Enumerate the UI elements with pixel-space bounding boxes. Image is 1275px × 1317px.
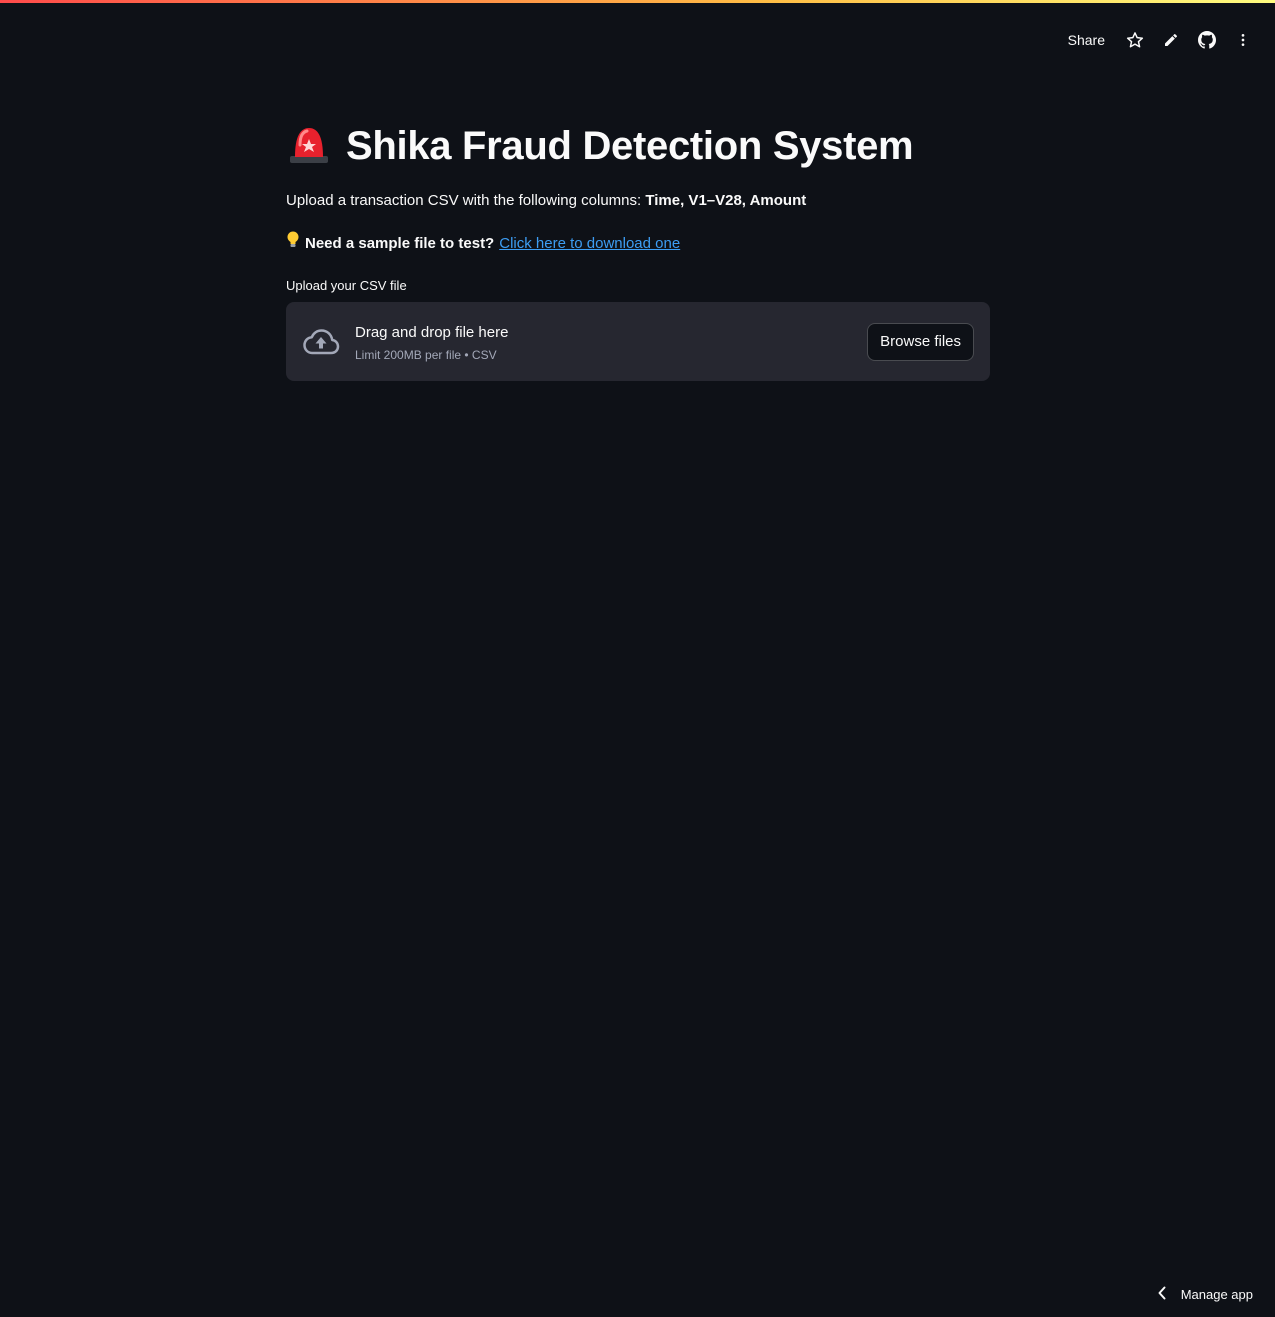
chevron-left-icon xyxy=(1157,1286,1167,1303)
share-button[interactable]: Share xyxy=(1068,32,1105,48)
app-toolbar: Share xyxy=(1068,28,1255,52)
top-decoration-bar xyxy=(0,0,1275,3)
description-text: Upload a transaction CSV with the follow… xyxy=(286,190,990,212)
github-icon[interactable] xyxy=(1195,28,1219,52)
sample-prompt: Need a sample file to test? xyxy=(305,234,495,252)
dropzone-limit-text: Limit 200MB per file • CSV xyxy=(355,347,497,362)
description-columns: Time, V1–V28, Amount xyxy=(645,192,807,209)
lightbulb-icon xyxy=(286,231,300,256)
siren-icon xyxy=(286,123,332,170)
pencil-icon[interactable] xyxy=(1159,28,1183,52)
cloud-upload-icon xyxy=(302,323,340,361)
sample-download-link[interactable]: Click here to download one xyxy=(499,233,680,255)
manage-app-label: Manage app xyxy=(1180,1287,1253,1302)
star-icon[interactable] xyxy=(1123,28,1147,52)
page-title: Shika Fraud Detection System xyxy=(286,118,990,174)
browse-files-button[interactable]: Browse files xyxy=(867,322,974,361)
title-text: Shika Fraud Detection System xyxy=(346,123,914,168)
uploader-label: Upload your CSV file xyxy=(286,278,407,293)
main-content: Shika Fraud Detection System Upload a tr… xyxy=(286,118,990,381)
manage-app-button[interactable]: Manage app xyxy=(1157,1286,1253,1303)
sample-file-line: Need a sample file to test? Click here t… xyxy=(286,231,990,256)
file-dropzone[interactable]: Drag and drop file here Limit 200MB per … xyxy=(286,302,990,381)
dropzone-instructions: Drag and drop file here xyxy=(355,323,509,341)
kebab-menu-icon[interactable] xyxy=(1231,28,1255,52)
description-prefix: Upload a transaction CSV with the follow… xyxy=(286,192,646,209)
